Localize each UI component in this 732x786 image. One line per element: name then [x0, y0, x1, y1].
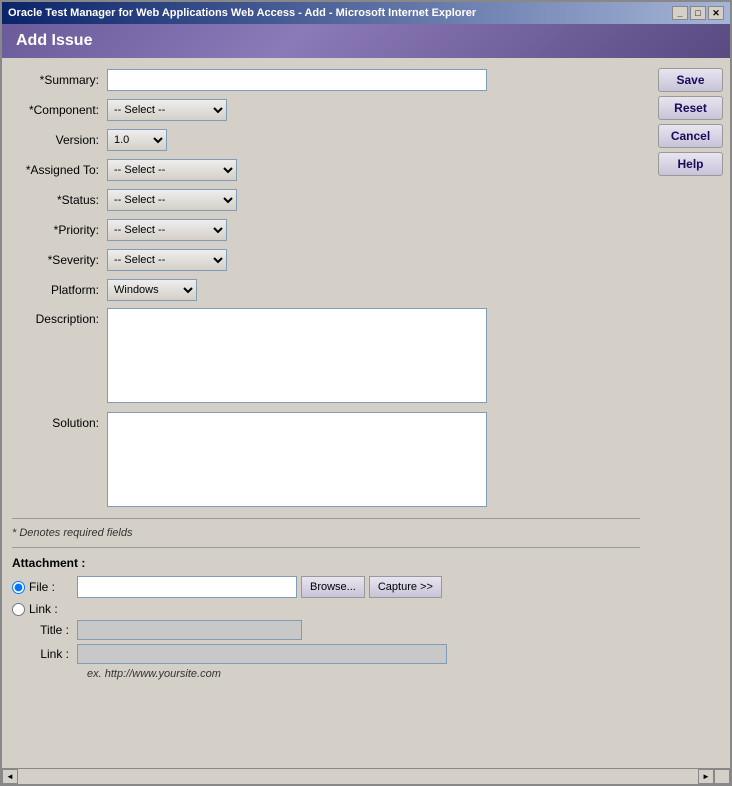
summary-row: *Summary: — [12, 68, 640, 92]
cancel-button[interactable]: Cancel — [658, 124, 723, 148]
window-title: Oracle Test Manager for Web Applications… — [8, 7, 476, 19]
component-row: *Component: -- Select -- — [12, 98, 640, 122]
scroll-track[interactable] — [18, 769, 698, 784]
link-radio[interactable] — [12, 603, 25, 616]
title-bar: Oracle Test Manager for Web Applications… — [2, 2, 730, 24]
summary-input[interactable] — [107, 69, 487, 91]
description-textarea[interactable] — [107, 308, 487, 403]
summary-control — [107, 69, 640, 91]
link-url-input[interactable] — [77, 644, 447, 664]
platform-select[interactable]: Windows Linux Mac — [107, 279, 197, 301]
solution-row: Solution: — [12, 412, 640, 510]
priority-control: -- Select -- — [107, 219, 640, 241]
title-bar-buttons: _ □ ✕ — [672, 6, 724, 20]
assigned-to-select[interactable]: -- Select -- — [107, 159, 237, 181]
priority-row: *Priority: -- Select -- — [12, 218, 640, 242]
title-field-row: Title : — [12, 620, 640, 640]
link-radio-label[interactable]: Link : — [12, 602, 77, 616]
severity-select[interactable]: -- Select -- — [107, 249, 227, 271]
description-label: Description: — [12, 308, 107, 326]
solution-textarea[interactable] — [107, 412, 487, 507]
platform-label: Platform: — [12, 283, 107, 297]
version-label: Version: — [12, 133, 107, 147]
required-note: * Denotes required fields — [12, 527, 640, 539]
form-section: *Summary: *Component: -- Select -- — [2, 68, 650, 768]
version-select[interactable]: 1.0 — [107, 129, 167, 151]
solution-control — [107, 412, 640, 510]
version-row: Version: 1.0 — [12, 128, 640, 152]
platform-row: Platform: Windows Linux Mac — [12, 278, 640, 302]
close-button[interactable]: ✕ — [708, 6, 724, 20]
minimize-button[interactable]: _ — [672, 6, 688, 20]
assigned-to-row: *Assigned To: -- Select -- — [12, 158, 640, 182]
file-radio-text: File : — [29, 580, 55, 594]
reset-button[interactable]: Reset — [658, 96, 723, 120]
component-label: *Component: — [12, 103, 107, 117]
main-area: *Summary: *Component: -- Select -- — [2, 58, 730, 768]
file-row: File : Browse... Capture >> — [12, 576, 640, 598]
example-text: ex. http://www.yoursite.com — [12, 668, 640, 680]
help-button[interactable]: Help — [658, 152, 723, 176]
scroll-left-button[interactable]: ◄ — [2, 769, 18, 784]
scroll-right-button[interactable]: ► — [698, 769, 714, 784]
severity-row: *Severity: -- Select -- — [12, 248, 640, 272]
page-header: Add Issue — [2, 24, 730, 58]
component-select[interactable]: -- Select -- — [107, 99, 227, 121]
status-select[interactable]: -- Select -- — [107, 189, 237, 211]
file-path-input[interactable] — [77, 576, 297, 598]
title-input[interactable] — [77, 620, 302, 640]
priority-select[interactable]: -- Select -- — [107, 219, 227, 241]
summary-label: *Summary: — [12, 73, 107, 87]
page-title: Add Issue — [16, 32, 92, 49]
status-label: *Status: — [12, 193, 107, 207]
solution-label: Solution: — [12, 412, 107, 430]
window-content: Add Issue *Summary: *Component: — [2, 24, 730, 784]
link-radio-row: Link : — [12, 602, 640, 616]
link-field-row: Link : — [12, 644, 640, 664]
bottom-scrollbar: ◄ ► — [2, 768, 730, 784]
platform-control: Windows Linux Mac — [107, 279, 640, 301]
assigned-to-label: *Assigned To: — [12, 163, 107, 177]
link-field-label: Link : — [32, 647, 77, 661]
component-control: -- Select -- — [107, 99, 640, 121]
file-radio-label[interactable]: File : — [12, 580, 77, 594]
severity-label: *Severity: — [12, 253, 107, 267]
status-control: -- Select -- — [107, 189, 640, 211]
version-control: 1.0 — [107, 129, 640, 151]
scroll-corner — [714, 769, 730, 784]
capture-button[interactable]: Capture >> — [369, 576, 442, 598]
description-control — [107, 308, 640, 406]
separator-2 — [12, 547, 640, 548]
status-row: *Status: -- Select -- — [12, 188, 640, 212]
priority-label: *Priority: — [12, 223, 107, 237]
description-row: Description: — [12, 308, 640, 406]
file-radio[interactable] — [12, 581, 25, 594]
browse-button[interactable]: Browse... — [301, 576, 365, 598]
attachment-label: Attachment : — [12, 556, 640, 570]
link-radio-text: Link : — [29, 602, 58, 616]
separator-1 — [12, 518, 640, 519]
title-field-label: Title : — [32, 623, 77, 637]
maximize-button[interactable]: □ — [690, 6, 706, 20]
sidebar-buttons: Save Reset Cancel Help — [650, 68, 730, 768]
severity-control: -- Select -- — [107, 249, 640, 271]
save-button[interactable]: Save — [658, 68, 723, 92]
window-frame: Oracle Test Manager for Web Applications… — [0, 0, 732, 786]
assigned-to-control: -- Select -- — [107, 159, 640, 181]
